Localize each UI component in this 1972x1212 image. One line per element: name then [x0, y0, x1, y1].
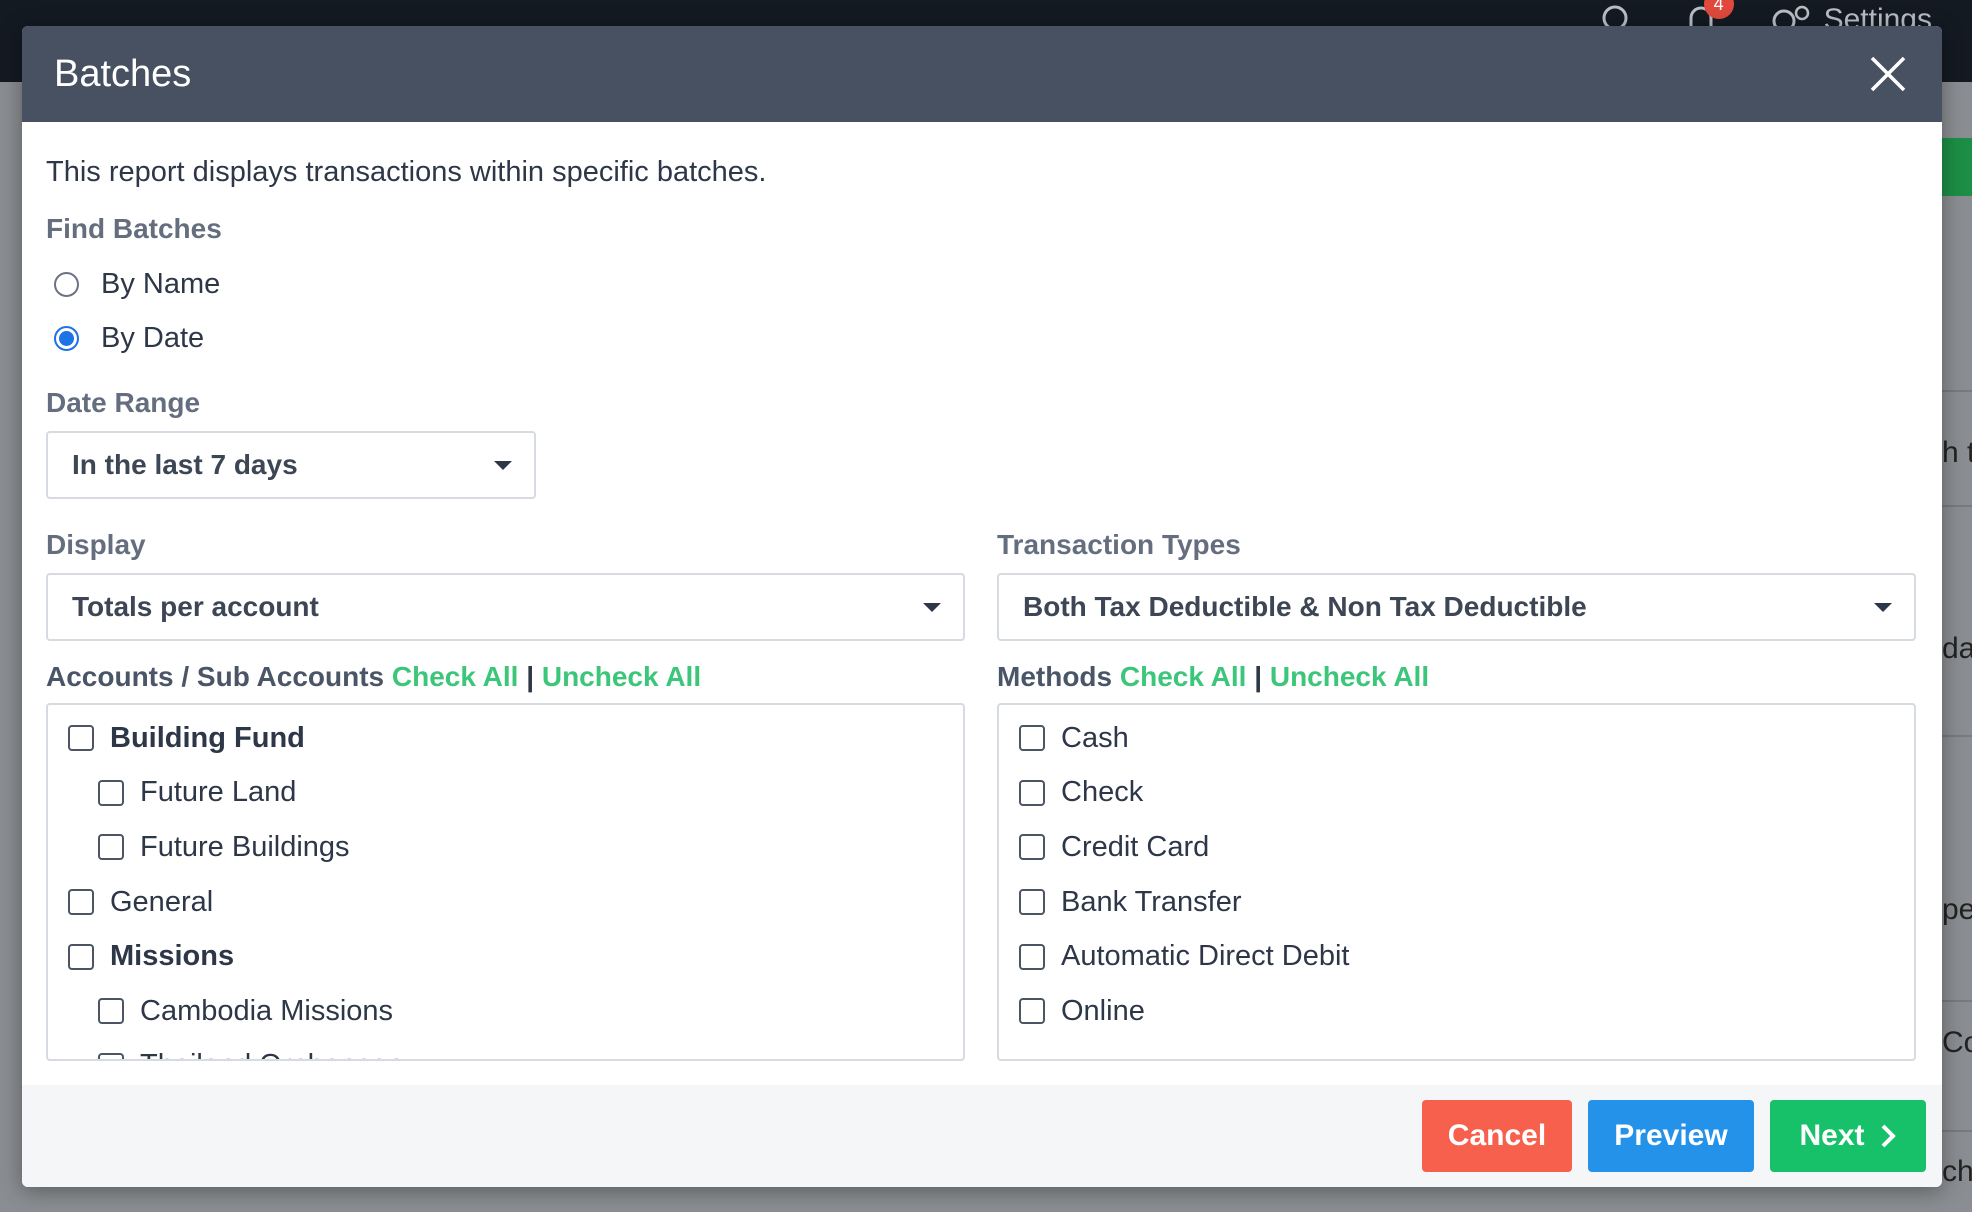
- checkbox[interactable]: [98, 998, 124, 1025]
- background-text-fragment: h t: [1942, 436, 1972, 469]
- transaction-types-select[interactable]: Both Tax Deductible & Non Tax Deductible: [997, 573, 1916, 641]
- method-item-bank-transfer[interactable]: Bank Transfer: [999, 875, 1914, 930]
- close-icon: [1870, 56, 1906, 92]
- date-range-select[interactable]: In the last 7 days: [46, 431, 536, 499]
- method-item-online[interactable]: Online: [999, 984, 1914, 1039]
- close-button[interactable]: [1862, 48, 1914, 100]
- account-label: Missions: [110, 940, 235, 973]
- radio-by-date[interactable]: By Date: [46, 311, 1918, 365]
- find-batches-label: Find Batches: [46, 213, 222, 244]
- caret-down-icon: [1874, 602, 1892, 612]
- background-text-fragment: Co: [1942, 1026, 1972, 1059]
- left-column: Display Totals per account Accounts / Su…: [46, 529, 965, 1061]
- options-columns: Display Totals per account Accounts / Su…: [46, 529, 1918, 1061]
- checkbox[interactable]: [1019, 998, 1045, 1025]
- method-label: Bank Transfer: [1061, 885, 1242, 918]
- account-item-general[interactable]: General: [48, 875, 963, 930]
- modal-header: Batches: [22, 26, 1942, 122]
- date-range-label: Date Range: [46, 387, 201, 418]
- accounts-label: Accounts / Sub Accounts: [46, 661, 385, 692]
- radio-by-name[interactable]: By Name: [46, 257, 1918, 311]
- method-label: Automatic Direct Debit: [1061, 940, 1350, 973]
- method-item-credit-card[interactable]: Credit Card: [999, 820, 1914, 875]
- report-description: This report displays transactions within…: [46, 156, 767, 188]
- caret-down-icon: [494, 460, 512, 470]
- checkbox[interactable]: [1019, 725, 1045, 752]
- radio-button-selected[interactable]: [54, 325, 79, 351]
- checkbox[interactable]: [68, 889, 94, 916]
- background-text-fragment: da: [1942, 632, 1972, 665]
- checkbox[interactable]: [98, 1052, 124, 1059]
- checkbox[interactable]: [98, 779, 124, 806]
- methods-list[interactable]: Cash Check Credit Card Bank Transfer Aut…: [997, 703, 1916, 1061]
- transaction-types-value: Both Tax Deductible & Non Tax Deductible: [1023, 591, 1587, 622]
- account-item-future-land[interactable]: Future Land: [48, 766, 963, 821]
- radio-label: By Name: [101, 267, 221, 300]
- link-separator: |: [1254, 661, 1263, 692]
- checkbox[interactable]: [1019, 834, 1045, 861]
- background-text-fragment: pe: [1942, 893, 1972, 926]
- checkbox[interactable]: [1019, 779, 1045, 806]
- account-label: Future Buildings: [140, 830, 350, 863]
- link-separator: |: [526, 661, 535, 692]
- right-column: Transaction Types Both Tax Deductible & …: [997, 529, 1916, 1061]
- account-item-cambodia-missions[interactable]: Cambodia Missions: [48, 984, 963, 1039]
- account-label: Thailand Orphanage: [140, 1049, 404, 1059]
- cancel-button[interactable]: Cancel: [1422, 1100, 1572, 1172]
- accounts-list[interactable]: Building Fund Future Land Future Buildin…: [46, 703, 965, 1061]
- caret-down-icon: [923, 602, 941, 612]
- account-item-future-buildings[interactable]: Future Buildings: [48, 820, 963, 875]
- account-label: Future Land: [140, 776, 297, 809]
- display-label: Display: [46, 529, 146, 560]
- radio-button[interactable]: [54, 271, 79, 297]
- method-label: Online: [1061, 994, 1145, 1027]
- account-label: General: [110, 885, 214, 918]
- modal-body: This report displays transactions within…: [22, 122, 1942, 1085]
- modal-footer: Cancel Preview Next: [22, 1085, 1942, 1187]
- account-item-thailand-orphanage[interactable]: Thailand Orphanage: [48, 1039, 963, 1059]
- accounts-check-all-link[interactable]: Check All: [392, 661, 519, 692]
- method-label: Check: [1061, 776, 1144, 809]
- chevron-right-icon: [1881, 1124, 1896, 1148]
- background-green-button: [1942, 138, 1972, 196]
- method-label: Cash: [1061, 721, 1129, 754]
- preview-button[interactable]: Preview: [1588, 1100, 1754, 1172]
- checkbox[interactable]: [98, 834, 124, 861]
- radio-label: By Date: [101, 321, 205, 354]
- batches-modal: Batches This report displays transaction…: [22, 26, 1942, 1187]
- account-label: Cambodia Missions: [140, 994, 394, 1027]
- date-range-value: In the last 7 days: [72, 449, 298, 480]
- methods-label: Methods: [997, 661, 1113, 692]
- next-button-label: Next: [1799, 1119, 1865, 1152]
- checkbox[interactable]: [68, 725, 94, 752]
- accounts-uncheck-all-link[interactable]: Uncheck All: [542, 661, 701, 692]
- account-label: Building Fund: [110, 721, 305, 754]
- checkbox[interactable]: [1019, 943, 1045, 970]
- checkbox[interactable]: [1019, 889, 1045, 916]
- method-label: Credit Card: [1061, 830, 1210, 863]
- background-text-fragment: ch: [1942, 1155, 1972, 1188]
- account-item-missions[interactable]: Missions: [48, 929, 963, 984]
- method-item-automatic-direct-debit[interactable]: Automatic Direct Debit: [999, 929, 1914, 984]
- display-value: Totals per account: [72, 591, 319, 622]
- accounts-header: Accounts / Sub Accounts Check All | Unch…: [46, 661, 965, 693]
- account-item-building-fund[interactable]: Building Fund: [48, 711, 963, 766]
- next-button[interactable]: Next: [1770, 1100, 1926, 1172]
- modal-title: Batches: [54, 52, 192, 95]
- methods-check-all-link[interactable]: Check All: [1120, 661, 1247, 692]
- display-select[interactable]: Totals per account: [46, 573, 965, 641]
- methods-uncheck-all-link[interactable]: Uncheck All: [1270, 661, 1429, 692]
- checkbox[interactable]: [68, 943, 94, 970]
- method-item-cash[interactable]: Cash: [999, 711, 1914, 766]
- method-item-check[interactable]: Check: [999, 766, 1914, 821]
- methods-header: Methods Check All | Uncheck All: [997, 661, 1916, 693]
- transaction-types-label: Transaction Types: [997, 529, 1241, 560]
